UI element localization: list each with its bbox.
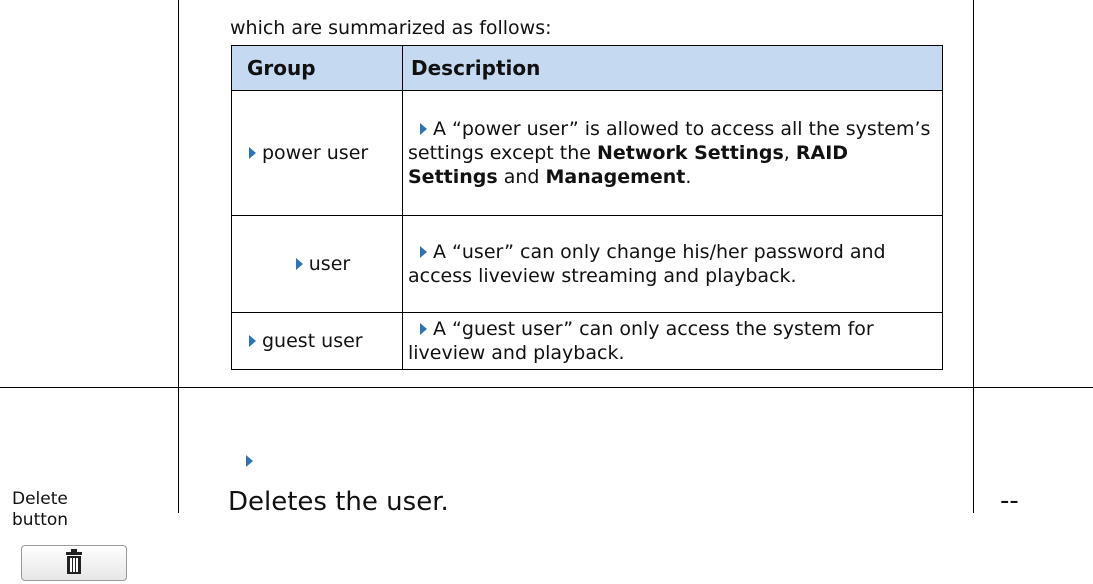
description-bold-network: Network Settings [596,142,784,164]
delete-label-line2: button [12,510,69,530]
grid-line-mid [178,387,179,513]
grid-line-left [178,0,179,387]
table-row: power user A “power user” is allowed to … [231,90,943,216]
description-text-end: . [685,166,692,188]
description-text: A “user” can only change his/her passwor… [408,241,886,287]
delete-label: Delete button [12,489,68,531]
bullet-arrow-icon [249,334,256,347]
header-group: Group [231,45,403,91]
grid-line-right [973,0,974,513]
table-row: user A “user” can only change his/her pa… [231,215,943,313]
description-text-sep: , [783,142,796,164]
delete-value: -- [1000,486,1019,516]
group-table: Group Description power user A “power us… [231,45,943,370]
description-cell: A “guest user” can only access the syste… [402,312,943,370]
bullet-arrow-icon [246,455,253,467]
delete-label-line1: Delete [12,489,68,509]
intro-text: which are summarized as follows: [230,17,552,39]
trash-can-icon [66,549,82,574]
group-name: user [308,253,351,275]
description-text: A “guest user” can only access the syste… [408,318,874,364]
table-header-row: Group Description [231,45,943,91]
description-bold-management: Management [545,166,686,188]
group-cell: power user [231,90,403,216]
grid-line-row [0,387,1093,388]
bullet-arrow-icon [420,322,427,335]
bullet-arrow-icon [249,146,256,159]
group-name: guest user [262,330,363,352]
group-cell: user [231,215,403,313]
description-cell: A “power user” is allowed to access all … [402,90,943,216]
bullet-arrow-icon [420,122,427,135]
bullet-arrow-icon [295,257,303,270]
delete-button[interactable] [21,545,127,581]
header-description: Description [402,45,943,91]
group-cell: guest user [231,312,403,370]
description-text-and: and [497,166,546,188]
bullet-arrow-icon [420,245,427,258]
group-name: power user [262,142,369,164]
description-cell: A “user” can only change his/her passwor… [402,215,943,313]
table-row: guest user A “guest user” can only acces… [231,312,943,370]
